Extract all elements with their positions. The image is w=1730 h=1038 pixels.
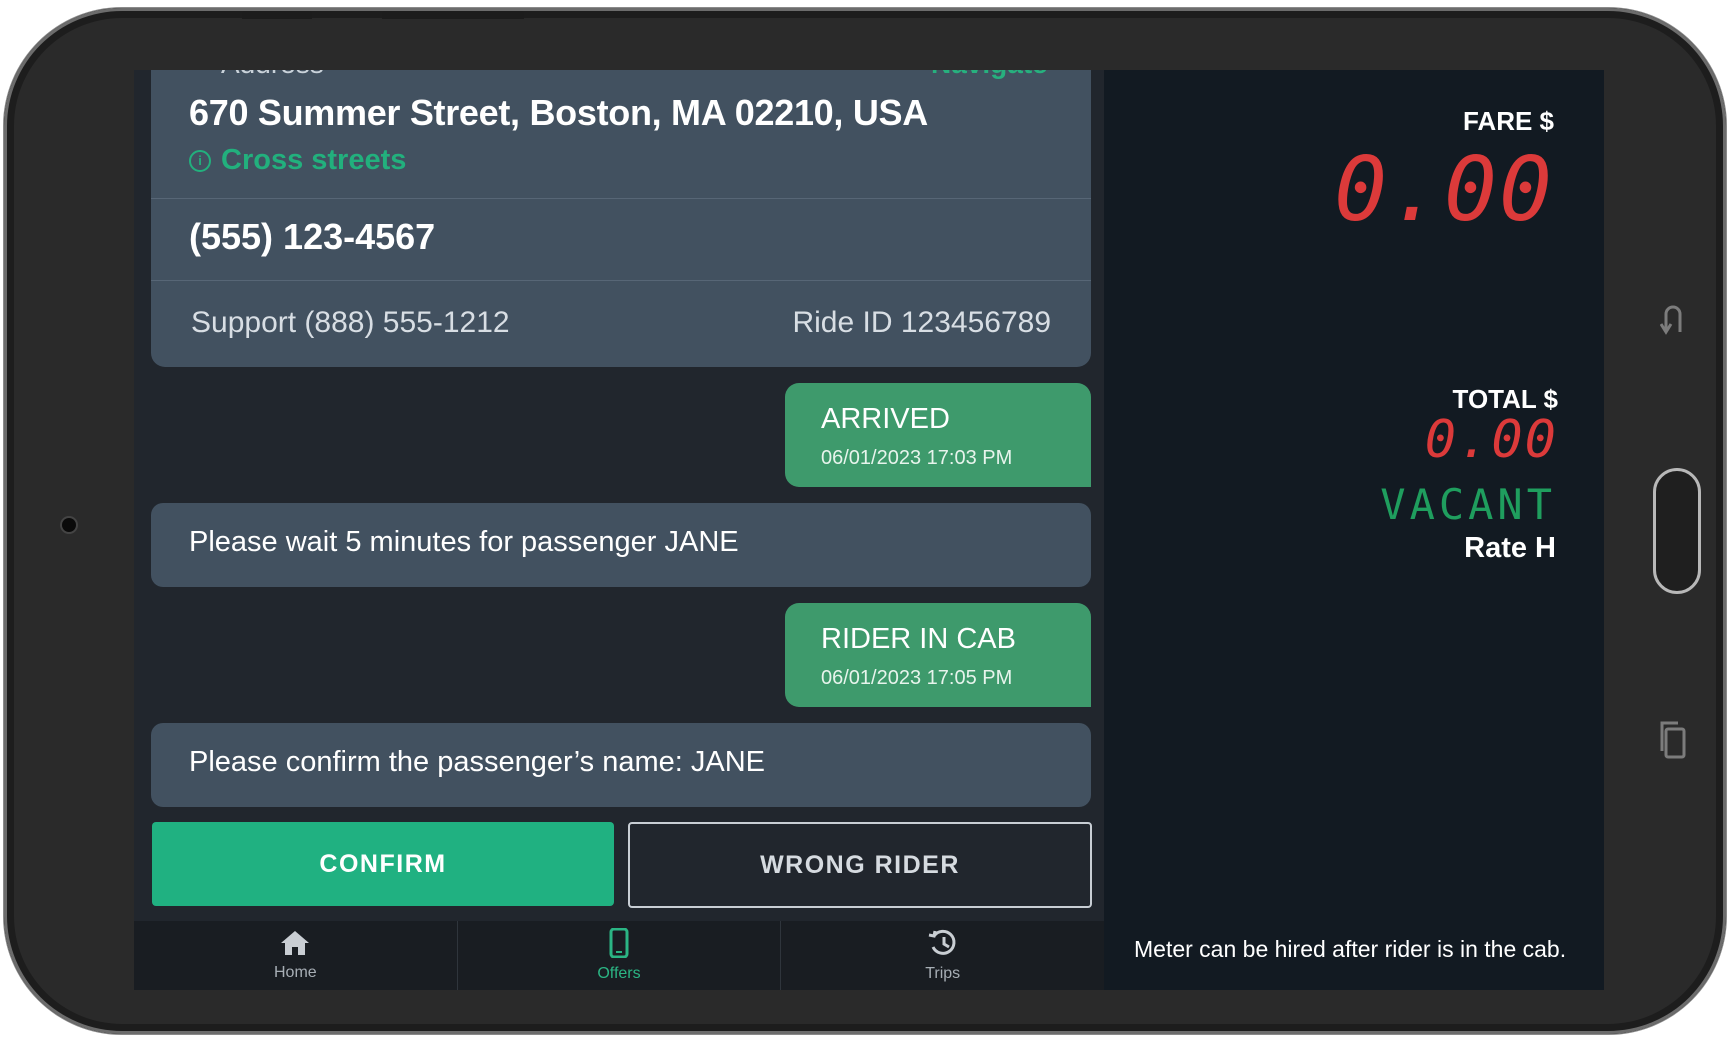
tablet-frame: Address Navigate 670 Summer Street, Bost… xyxy=(4,8,1726,1034)
message-text: Please wait 5 minutes for passenger JANE xyxy=(189,526,739,558)
status-title: ARRIVED xyxy=(821,403,950,435)
cross-streets-link[interactable]: i Cross streets xyxy=(189,144,406,177)
history-icon xyxy=(927,928,959,965)
confirm-message: Please confirm the passenger’s name: JAN… xyxy=(151,723,1091,807)
home-icon xyxy=(279,929,311,964)
wrong-rider-button[interactable]: WRONG RIDER xyxy=(628,822,1092,908)
status-title: RIDER IN CAB xyxy=(821,623,1016,655)
rate-label: Rate H xyxy=(1464,532,1556,564)
divider xyxy=(151,198,1091,199)
nav-trips-label: Trips xyxy=(925,965,961,982)
ride-id: Ride ID 123456789 xyxy=(792,306,1051,339)
divider xyxy=(151,280,1091,281)
pickup-address: 670 Summer Street, Boston, MA 02210, USA xyxy=(189,92,928,133)
hardware-home-button[interactable] xyxy=(1653,468,1701,594)
ride-panel: Address Navigate 670 Summer Street, Bost… xyxy=(134,70,1104,990)
phone-icon xyxy=(608,927,630,965)
total-display: 0.00 xyxy=(1424,410,1558,470)
back-icon[interactable] xyxy=(1659,300,1686,341)
meter-status: VACANT xyxy=(1380,480,1556,529)
status-rider-in-cab: RIDER IN CAB 06/01/2023 17:05 PM xyxy=(785,603,1091,707)
message-text: Please confirm the passenger’s name: JAN… xyxy=(189,746,765,778)
navigate-link[interactable]: Navigate xyxy=(931,70,1048,80)
status-timestamp: 06/01/2023 17:03 PM xyxy=(821,447,1013,469)
screen: Address Navigate 670 Summer Street, Bost… xyxy=(134,70,1604,990)
info-icon: i xyxy=(189,149,211,172)
address-label: Address xyxy=(221,70,324,80)
status-timestamp: 06/01/2023 17:05 PM xyxy=(821,667,1013,689)
recents-icon[interactable] xyxy=(1658,720,1688,765)
nav-offers[interactable]: Offers xyxy=(458,921,782,990)
confirm-button[interactable]: CONFIRM xyxy=(152,822,614,906)
bottom-nav: Home Offers Trips xyxy=(134,921,1104,990)
power-button xyxy=(382,11,524,19)
ride-details-card: Address Navigate 670 Summer Street, Bost… xyxy=(151,70,1091,367)
fare-display: 0.00 xyxy=(1334,138,1554,241)
cross-streets-label: Cross streets xyxy=(221,144,407,176)
support-phone[interactable]: Support (888) 555-1212 xyxy=(191,306,510,340)
meter-hint: Meter can be hired after rider is in the… xyxy=(1134,936,1567,962)
status-arrived: ARRIVED 06/01/2023 17:03 PM xyxy=(785,383,1091,487)
nav-home-label: Home xyxy=(273,964,317,981)
wait-message: Please wait 5 minutes for passenger JANE xyxy=(151,503,1091,587)
nav-offers-label: Offers xyxy=(597,965,641,982)
taxi-meter: FARE $ 0.00 TOTAL $ 0.00 VACANT Rate H M… xyxy=(1104,70,1604,990)
front-camera xyxy=(62,518,76,532)
rider-phone[interactable]: (555) 123-4567 xyxy=(189,216,435,258)
nav-home[interactable]: Home xyxy=(134,921,458,990)
nav-trips[interactable]: Trips xyxy=(781,921,1104,990)
fare-label: FARE $ xyxy=(1462,106,1554,136)
volume-button xyxy=(242,11,312,19)
